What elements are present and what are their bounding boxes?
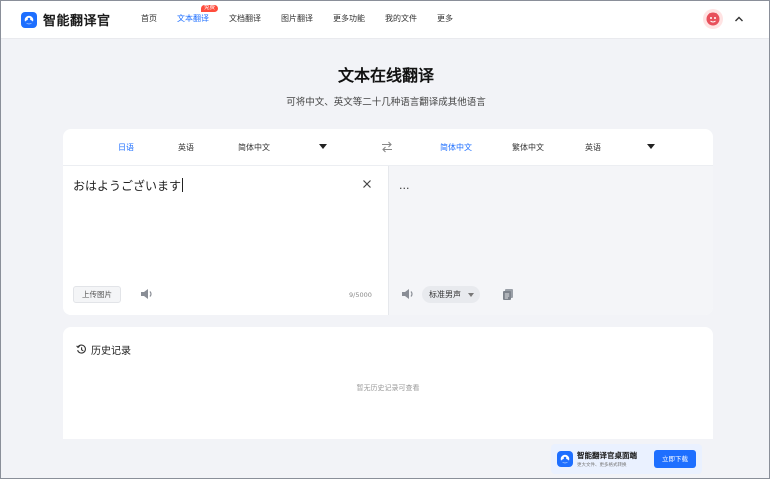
target-pane: ... 标准男声 bbox=[388, 166, 713, 315]
brand[interactable]: 智能翻译官 bbox=[21, 10, 111, 29]
text-cursor bbox=[182, 178, 184, 192]
speaker-icon[interactable] bbox=[401, 288, 415, 300]
download-button[interactable]: 立即下载 bbox=[654, 450, 696, 468]
chevron-up-icon[interactable] bbox=[733, 13, 745, 25]
history-header: 历史记录 bbox=[76, 342, 131, 357]
swap-icon[interactable] bbox=[380, 140, 394, 154]
history-title: 历史记录 bbox=[91, 346, 131, 357]
user-avatar-icon[interactable] bbox=[703, 9, 723, 29]
target-lang-english[interactable]: 英语 bbox=[585, 142, 601, 153]
translate-logo-icon bbox=[21, 11, 37, 28]
nav-text-translate[interactable]: 文本翻译 免费 bbox=[177, 5, 219, 24]
translate-card: 日语 英语 简体中文 简体中文 繁体中文 英语 おはようございます 上传图片 9… bbox=[63, 129, 713, 315]
main-nav: 首页 文本翻译 免费 文档翻译 图片翻译 更多功能 我的文件 更多 bbox=[141, 5, 473, 24]
nav-more[interactable]: 更多 bbox=[437, 13, 453, 24]
history-panel: 历史记录 暂无历史记录可查看 bbox=[63, 327, 713, 439]
source-text-input[interactable]: おはようございます bbox=[73, 177, 184, 194]
translate-logo-icon bbox=[557, 451, 573, 467]
source-pane[interactable]: おはようございます 上传图片 9/5000 bbox=[63, 166, 388, 315]
upload-image-button[interactable]: 上传图片 bbox=[73, 286, 121, 303]
source-lang-japanese[interactable]: 日语 bbox=[118, 142, 134, 153]
target-lang-chinese-traditional[interactable]: 繁体中文 bbox=[512, 142, 544, 153]
nav-more-features[interactable]: 更多功能 bbox=[333, 13, 365, 24]
language-bar: 日语 英语 简体中文 简体中文 繁体中文 英语 bbox=[63, 129, 713, 166]
nav-doc-translate[interactable]: 文档翻译 bbox=[229, 13, 261, 24]
page-title: 文本在线翻译 bbox=[337, 66, 434, 85]
chevron-down-icon bbox=[468, 293, 474, 297]
brand-name: 智能翻译官 bbox=[43, 14, 111, 29]
promo-title: 智能翻译官桌面端 bbox=[577, 451, 637, 460]
nav-text-translate-label: 文本翻译 bbox=[177, 14, 209, 23]
translation-output: ... bbox=[399, 179, 410, 192]
nav-home[interactable]: 首页 bbox=[141, 13, 157, 24]
voice-select-label: 标准男声 bbox=[429, 290, 461, 299]
source-lang-dropdown-icon[interactable] bbox=[319, 144, 327, 149]
target-lang-dropdown-icon[interactable] bbox=[647, 144, 655, 149]
char-count: 9/5000 bbox=[349, 291, 372, 299]
page-subtitle: 可将中文、英文等二十几种语言翻译成其他语言 bbox=[286, 97, 486, 108]
speaker-icon[interactable] bbox=[140, 288, 154, 300]
source-text-value: おはようございます bbox=[73, 179, 182, 193]
desktop-app-promo: 智能翻译官桌面端 更大文件、更多格式转换 立即下载 bbox=[551, 444, 702, 474]
history-empty-text: 暂无历史记录可查看 bbox=[356, 384, 420, 392]
promo-subtitle: 更大文件、更多格式转换 bbox=[577, 463, 627, 468]
nav-my-files[interactable]: 我的文件 bbox=[385, 13, 417, 24]
target-lang-chinese-simplified[interactable]: 简体中文 bbox=[440, 142, 472, 153]
free-badge: 免费 bbox=[201, 5, 219, 12]
close-icon[interactable] bbox=[361, 178, 373, 190]
source-lang-chinese-simplified[interactable]: 简体中文 bbox=[238, 142, 270, 153]
history-clock-icon bbox=[76, 344, 86, 354]
voice-select[interactable]: 标准男声 bbox=[422, 286, 480, 303]
top-navbar: 智能翻译官 首页 文本翻译 免费 文档翻译 图片翻译 更多功能 我的文件 更多 bbox=[1, 1, 769, 39]
source-lang-english[interactable]: 英语 bbox=[178, 142, 194, 153]
copy-icon[interactable] bbox=[502, 288, 514, 301]
nav-image-translate[interactable]: 图片翻译 bbox=[281, 13, 313, 24]
